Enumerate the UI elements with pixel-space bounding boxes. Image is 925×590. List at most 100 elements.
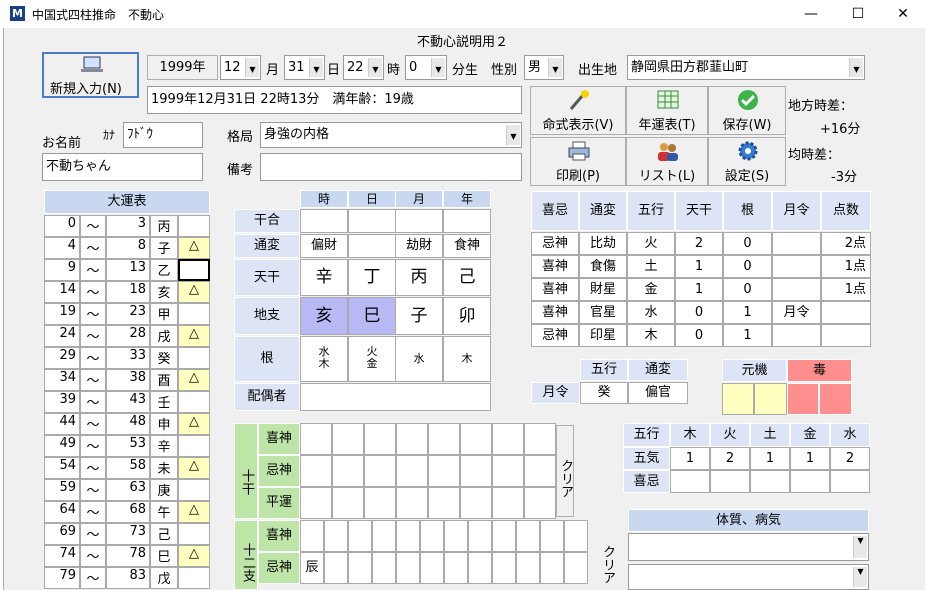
jikkan-clear-button[interactable]: クリア <box>556 425 574 517</box>
junishi-cell[interactable] <box>516 520 540 552</box>
junishi-cell[interactable] <box>348 552 372 584</box>
jikkan-cell[interactable] <box>300 423 332 455</box>
kiki-cell-2[interactable] <box>750 470 790 493</box>
tool-button-5[interactable]: 設定(S) <box>708 137 786 186</box>
junishi-cell[interactable] <box>492 552 516 584</box>
kiki-cell-1[interactable] <box>710 470 750 493</box>
jikkan-cell[interactable] <box>364 487 396 519</box>
junishi-cell[interactable] <box>540 552 564 584</box>
score-cell[interactable] <box>821 301 871 324</box>
kakukyoku-select[interactable]: 身強の内格 ▼ <box>260 122 522 148</box>
jikkan-cell[interactable] <box>396 487 428 519</box>
biko-input[interactable] <box>260 153 522 181</box>
genki-cell[interactable] <box>722 383 754 415</box>
month-select[interactable]: 12 ▼ <box>220 55 261 80</box>
birthplace-select[interactable]: 静岡県田方郡韮山町 ▼ <box>627 55 865 80</box>
jikkan-cell[interactable] <box>492 455 524 487</box>
kango-cell-1[interactable] <box>348 209 396 233</box>
jikkan-cell[interactable] <box>428 423 460 455</box>
taishitsu-select-2[interactable]: ▼ <box>628 564 869 590</box>
tool-button-0[interactable]: 命式表示(V) <box>530 86 626 135</box>
taiun-mark[interactable]: △ <box>178 237 210 259</box>
ne-cell-3[interactable]: 木 <box>443 336 491 382</box>
kiki-cell-3[interactable] <box>790 470 830 493</box>
kango-cell-3[interactable] <box>443 209 491 233</box>
jikkan-cell[interactable] <box>492 487 524 519</box>
jikkan-cell[interactable] <box>524 455 556 487</box>
taiun-mark[interactable]: △ <box>178 501 210 523</box>
taiun-mark[interactable]: △ <box>178 325 210 347</box>
kango-cell-0[interactable] <box>300 209 348 233</box>
jikkan-cell[interactable] <box>364 455 396 487</box>
score-cell[interactable]: 1点 <box>821 255 871 278</box>
ne-cell-2[interactable]: 水 <box>395 336 443 382</box>
close-button[interactable]: ✕ <box>880 0 925 28</box>
tool-button-2[interactable]: 保存(W) <box>708 86 786 135</box>
kiki-cell-4[interactable] <box>830 470 870 493</box>
tool-button-4[interactable]: リスト(L) <box>626 137 708 186</box>
taiun-mark[interactable] <box>178 567 210 589</box>
ne-cell-1[interactable]: 火金 <box>348 336 396 382</box>
tsuhen-cell-0[interactable]: 偏財 <box>300 234 348 258</box>
jikkan-cell[interactable] <box>460 487 492 519</box>
jikkan-cell[interactable] <box>428 455 460 487</box>
jikkan-cell[interactable] <box>524 423 556 455</box>
jikkan-cell[interactable] <box>364 423 396 455</box>
jikkan-cell[interactable] <box>396 455 428 487</box>
genki-cell[interactable] <box>754 383 787 415</box>
taiun-mark[interactable] <box>178 435 210 457</box>
junishi-cell[interactable] <box>540 520 564 552</box>
score-cell[interactable]: 1点 <box>821 278 871 301</box>
taiun-mark[interactable]: △ <box>178 369 210 391</box>
score-cell[interactable] <box>821 324 871 347</box>
taishitsu-select-1[interactable]: ▼ <box>628 533 869 561</box>
doku-cell[interactable] <box>787 383 819 415</box>
jikkan-cell[interactable] <box>492 423 524 455</box>
score-cell[interactable]: 2点 <box>821 232 871 255</box>
minimize-button[interactable]: — <box>788 0 834 28</box>
year-field[interactable]: 1999年 <box>147 55 218 80</box>
junishi-cell[interactable] <box>516 552 540 584</box>
score-cell[interactable]: 月令 <box>772 301 821 324</box>
junishi-cell[interactable] <box>372 520 396 552</box>
kana-input[interactable]: ﾌﾄﾞｳ <box>123 122 203 148</box>
gender-select[interactable]: 男 ▼ <box>524 55 564 80</box>
junishi-cell[interactable] <box>372 552 396 584</box>
haigusha-value[interactable] <box>300 383 491 411</box>
taiun-mark[interactable] <box>178 479 210 501</box>
score-cell[interactable] <box>772 278 821 301</box>
tsuhen-cell-1[interactable] <box>348 234 396 258</box>
jikkan-cell[interactable] <box>300 455 332 487</box>
junishi-cell[interactable] <box>300 520 324 552</box>
taiun-mark[interactable]: △ <box>178 457 210 479</box>
junishi-cell[interactable] <box>468 520 492 552</box>
day-select[interactable]: 31 ▼ <box>284 55 325 80</box>
taiun-mark[interactable] <box>178 391 210 413</box>
kango-cell-2[interactable] <box>395 209 443 233</box>
junishi-cell[interactable] <box>324 552 348 584</box>
jikkan-cell[interactable] <box>332 423 364 455</box>
tool-button-1[interactable]: 年運表(T) <box>626 86 708 135</box>
doku-cell[interactable] <box>819 383 852 415</box>
junishi-cell[interactable] <box>420 552 444 584</box>
junishi-cell[interactable] <box>564 552 588 584</box>
jikkan-cell[interactable] <box>332 455 364 487</box>
hour-select[interactable]: 22 ▼ <box>343 55 384 80</box>
taiun-mark[interactable] <box>178 303 210 325</box>
jikkan-cell[interactable] <box>332 487 364 519</box>
junishi-cell[interactable] <box>492 520 516 552</box>
name-input[interactable]: 不動ちゃん <box>42 153 203 181</box>
junishi-cell[interactable] <box>564 520 588 552</box>
junishi-cell[interactable] <box>420 520 444 552</box>
junishi-cell[interactable] <box>324 520 348 552</box>
taiun-mark[interactable] <box>178 259 210 281</box>
jikkan-cell[interactable] <box>524 487 556 519</box>
jikkan-cell[interactable] <box>428 487 460 519</box>
jikkan-cell[interactable] <box>460 455 492 487</box>
junishi-cell[interactable] <box>396 552 420 584</box>
minute-select[interactable]: 0 ▼ <box>405 55 447 80</box>
jikkan-cell[interactable] <box>300 487 332 519</box>
maximize-button[interactable]: ☐ <box>835 0 881 28</box>
jikkan-cell[interactable] <box>396 423 428 455</box>
junishi-clear-button[interactable]: クリア <box>596 520 616 590</box>
